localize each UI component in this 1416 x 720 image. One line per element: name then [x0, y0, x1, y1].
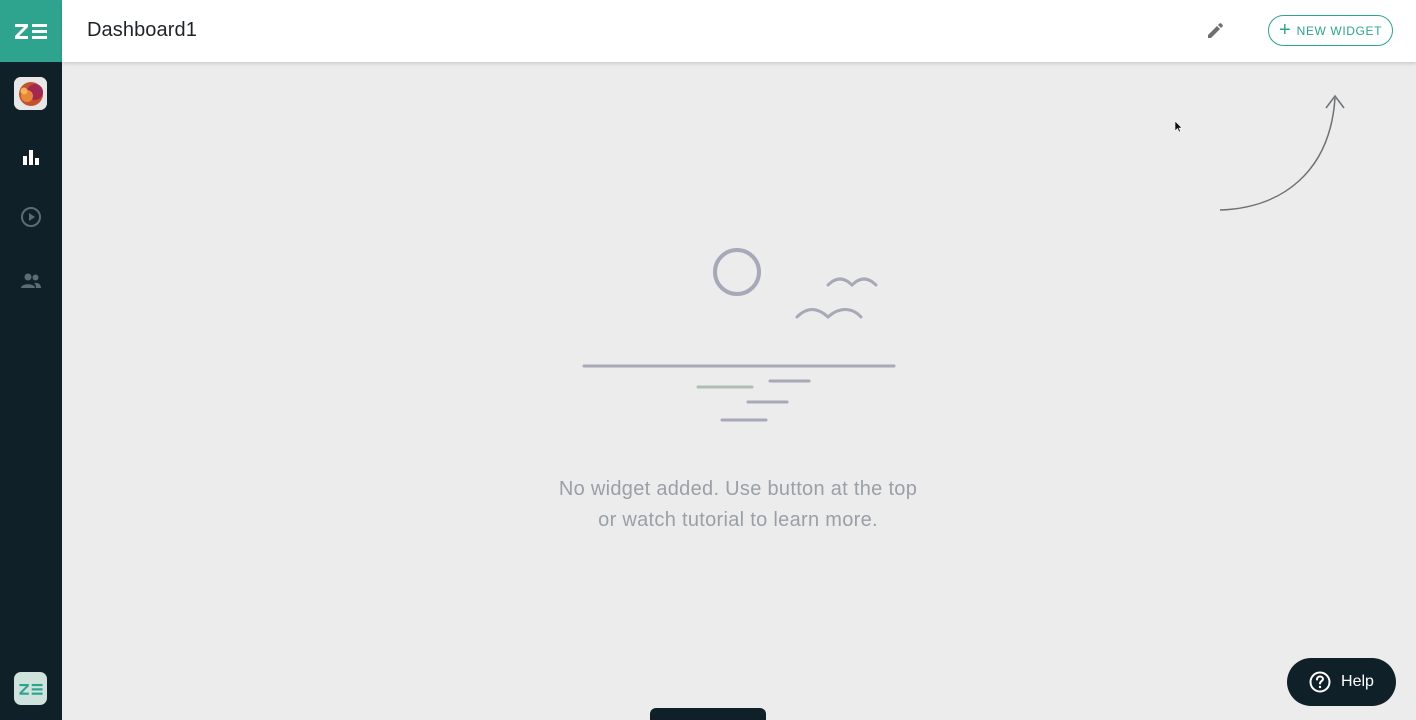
empty-state-line-2: or watch tutorial to learn more. — [598, 509, 878, 531]
app-logo[interactable] — [0, 0, 62, 62]
avatar-image-icon — [14, 77, 47, 110]
avatar[interactable] — [14, 77, 47, 110]
mouse-cursor-icon — [1174, 120, 1183, 138]
sidebar — [0, 0, 62, 720]
water-lines-icon — [696, 379, 811, 422]
plus-icon: + — [1278, 18, 1291, 41]
new-widget-label: NEW WIDGET — [1296, 23, 1382, 38]
dashboard-canvas: No widget added. Use button at the top o… — [62, 62, 1416, 720]
empty-state-message: No widget added. Use button at the top o… — [492, 474, 984, 536]
app: Dashboard1 + NEW WIDGET No widget added.… — [0, 0, 1416, 720]
play-circle-icon — [21, 207, 41, 227]
ze-small-logo-icon — [18, 683, 43, 695]
new-widget-button[interactable]: + NEW WIDGET — [1268, 15, 1393, 46]
bottom-panel-handle[interactable] — [650, 708, 766, 720]
hint-arrow-icon — [1219, 94, 1345, 211]
bar-chart-icon — [23, 150, 39, 165]
help-button[interactable]: Help — [1287, 658, 1396, 706]
sidebar-item-users[interactable] — [0, 261, 62, 301]
edit-button[interactable] — [1203, 19, 1227, 43]
empty-state-illustration — [582, 94, 1345, 422]
sidebar-item-tutorials[interactable] — [0, 197, 62, 237]
ze-logo-icon — [15, 24, 47, 39]
birds-icon — [795, 277, 878, 320]
people-icon — [21, 273, 41, 288]
sidebar-item-dashboards[interactable] — [0, 137, 62, 177]
empty-state-line-1: No widget added. Use button at the top — [558, 478, 918, 500]
help-label: Help — [1341, 673, 1374, 690]
question-circle-icon — [1309, 671, 1331, 693]
sun-icon — [713, 248, 761, 296]
header: Dashboard1 + NEW WIDGET — [62, 0, 1416, 62]
bottom-app-logo[interactable] — [14, 672, 47, 705]
page-title: Dashboard1 — [87, 19, 197, 41]
pencil-icon — [1208, 23, 1223, 38]
